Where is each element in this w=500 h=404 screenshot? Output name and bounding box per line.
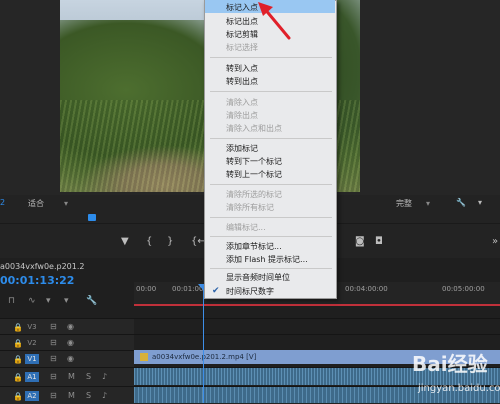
menu-item-clear-selected-markers[interactable]: 清除所选的标记 [226, 189, 282, 200]
timeline-timecode[interactable]: 00:01:13:22 [0, 274, 74, 287]
menu-item-add-flash-marker[interactable]: 添加 Flash 提示标记... [226, 254, 308, 265]
lock-icon[interactable]: 🔒 [13, 339, 23, 348]
menu-item-prev-marker[interactable]: 转到上一个标记 [226, 169, 282, 180]
menu-item-go-to-in[interactable]: 转到入点 [226, 63, 258, 74]
microphone-icon[interactable]: ♪ [102, 372, 107, 381]
menu-item-edit-marker[interactable]: 编辑标记... [226, 222, 266, 233]
track-row-v3: 🔒 V3 ⊟ ◉ [0, 318, 500, 335]
lock-icon[interactable]: 🔒 [13, 323, 23, 332]
lock-icon[interactable]: 🔒 [13, 373, 23, 382]
in-out-range-bar [134, 304, 500, 306]
menu-separator [210, 138, 332, 139]
track-label[interactable]: A1 [25, 372, 39, 382]
menu-item-clear-all-markers[interactable]: 清除所有标记 [226, 202, 274, 213]
chevron-down-icon: ▾ [426, 199, 431, 208]
menu-item-mark-out[interactable]: 标记出点 [226, 16, 258, 27]
menu-item-mark-clip[interactable]: 标记剪辑 [226, 29, 258, 40]
mute-button[interactable]: M [68, 372, 75, 381]
marker-icon[interactable]: ▾ [64, 296, 69, 306]
solo-button[interactable]: S [86, 372, 91, 381]
marker-icon[interactable]: ▼ [121, 236, 129, 247]
sync-lock-icon[interactable]: ⊟ [50, 322, 57, 331]
linked-selection-icon[interactable]: ∿ [28, 296, 36, 306]
track-label[interactable]: V2 [25, 338, 39, 348]
add-marker-icon[interactable]: ▾ [46, 296, 51, 306]
track-label[interactable]: V3 [25, 322, 39, 332]
menu-item-add-chapter-marker[interactable]: 添加章节标记... [226, 241, 282, 252]
timeline-playhead-line[interactable] [203, 287, 204, 403]
mark-out-icon[interactable]: } [167, 236, 173, 247]
sequence-tab[interactable]: a0034vxfw0e.p201.2 [0, 262, 84, 271]
solo-button[interactable]: S [86, 391, 91, 400]
snap-icon[interactable]: ⊓ [8, 296, 15, 306]
menu-item-show-audio-units[interactable]: 显示音频时间单位 [226, 272, 290, 283]
eye-icon[interactable]: ◉ [67, 322, 74, 331]
menu-item-next-marker[interactable]: 转到下一个标记 [226, 156, 282, 167]
menu-item-go-to-out[interactable]: 转到出点 [226, 76, 258, 87]
track-label[interactable]: A2 [25, 391, 39, 401]
microphone-icon[interactable]: ♪ [102, 391, 107, 400]
fx-badge-icon [140, 353, 148, 361]
monitor-playhead[interactable] [88, 214, 96, 221]
sync-lock-icon[interactable]: ⊟ [50, 391, 57, 400]
watermark-url: jingyan.baidu.com [418, 383, 500, 394]
sync-lock-icon[interactable]: ⊟ [50, 338, 57, 347]
more-icon[interactable]: » [492, 236, 498, 247]
ruler-tick: 00:00 [136, 285, 157, 293]
menu-item-time-ruler-numbers[interactable]: 时间标尺数字 [226, 286, 274, 297]
menu-separator [210, 57, 332, 58]
eye-icon[interactable]: ◉ [67, 338, 74, 347]
lock-icon[interactable]: 🔒 [13, 355, 23, 364]
left-value: 2 [0, 198, 6, 207]
fit-dropdown[interactable]: 适合 ▾ [28, 198, 68, 208]
menu-separator [210, 184, 332, 185]
menu-separator [210, 217, 332, 218]
menu-item-mark-selection[interactable]: 标记选择 [226, 42, 258, 53]
lock-icon[interactable]: 🔒 [13, 392, 23, 401]
checkmark-icon: ✔ [212, 286, 220, 296]
sync-lock-icon[interactable]: ⊟ [50, 372, 57, 381]
menu-separator [210, 236, 332, 237]
wrench-icon[interactable]: 🔧 [86, 296, 97, 306]
track-label[interactable]: V1 [25, 354, 39, 364]
clip-name: a0034vxfw0e.p201.2.mp4 [V] [152, 353, 257, 361]
menu-item-clear-in[interactable]: 清除入点 [226, 97, 258, 108]
mark-in-icon[interactable]: { [146, 236, 152, 247]
eye-icon[interactable]: ◉ [67, 354, 74, 363]
wrench-icon[interactable]: 🔧 [456, 198, 466, 208]
menu-separator [210, 91, 332, 92]
menu-item-mark-in[interactable]: 标记入点 [226, 2, 258, 13]
baidu-jingyan-logo: Bai经验 [412, 352, 488, 376]
menu-item-clear-out[interactable]: 清除出点 [226, 110, 258, 121]
ruler-tick: 00:04:00:00 [345, 285, 388, 293]
chevron-down-icon: ▾ [64, 199, 69, 208]
ruler-tick: 00:05:00:00 [442, 285, 485, 293]
export-frame-icon[interactable]: ◘ [375, 236, 383, 247]
mute-button[interactable]: M [68, 391, 75, 400]
quality-dropdown[interactable]: 完整 ▾ [396, 198, 430, 208]
sync-lock-icon[interactable]: ⊟ [50, 354, 57, 363]
menu-item-clear-in-out[interactable]: 清除入点和出点 [226, 123, 282, 134]
chevron-down-icon[interactable]: ▾ [478, 198, 482, 208]
menu-separator [210, 268, 332, 269]
annotation-arrow-icon [258, 2, 291, 40]
camera-icon[interactable]: ◙ [355, 236, 365, 247]
menu-item-add-marker[interactable]: 添加标记 [226, 143, 258, 154]
